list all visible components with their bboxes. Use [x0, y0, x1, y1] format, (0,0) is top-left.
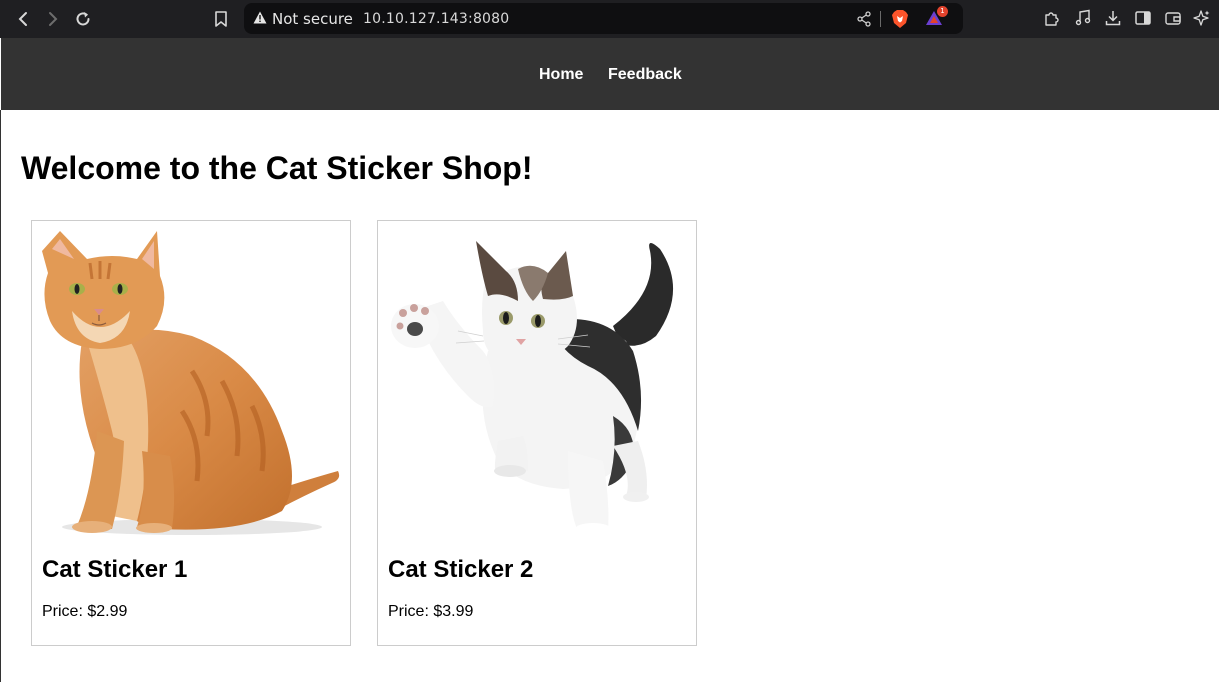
sidebar-icon[interactable]: [1134, 9, 1152, 32]
product-price: Price: $2.99: [42, 603, 128, 620]
product-name: Cat Sticker 1: [42, 556, 188, 583]
page-title: Welcome to the Cat Sticker Shop!: [21, 150, 533, 186]
back-icon[interactable]: [12, 8, 34, 30]
site-navbar: Home Feedback: [1, 38, 1219, 110]
browser-toolbar: Not secure 10.10.127.143:8080 1: [0, 0, 1219, 38]
wallet-icon[interactable]: [1164, 9, 1182, 32]
page-left-edge: [0, 110, 1, 682]
product-card: Cat Sticker 1 Price: $2.99: [31, 220, 351, 646]
nav-link-feedback[interactable]: Feedback: [608, 66, 682, 84]
bookmark-icon[interactable]: [210, 8, 232, 30]
forward-icon[interactable]: [42, 8, 64, 30]
product-name: Cat Sticker 2: [388, 556, 534, 583]
brave-shield-icon[interactable]: [891, 9, 909, 34]
warning-icon[interactable]: [253, 11, 267, 29]
security-label[interactable]: Not secure: [272, 10, 353, 28]
product-card: Cat Sticker 2 Price: $3.99: [377, 220, 697, 646]
share-icon[interactable]: [856, 11, 872, 32]
omnibox-divider: [880, 11, 881, 27]
reload-icon[interactable]: [72, 8, 94, 30]
leo-ai-icon[interactable]: [1193, 9, 1211, 32]
product-price: Price: $3.99: [388, 603, 474, 620]
media-icon[interactable]: [1074, 9, 1092, 32]
downloads-icon[interactable]: [1104, 9, 1122, 32]
rewards-badge: 1: [937, 6, 948, 17]
nav-link-home[interactable]: Home: [539, 66, 583, 84]
url-text[interactable]: 10.10.127.143:8080: [363, 11, 509, 27]
extensions-icon[interactable]: [1043, 9, 1061, 32]
product-image-calico-kitten-waving: [388, 231, 686, 537]
address-bar[interactable]: Not secure 10.10.127.143:8080 1: [244, 3, 963, 34]
product-image-orange-tabby-cat: [42, 231, 340, 537]
